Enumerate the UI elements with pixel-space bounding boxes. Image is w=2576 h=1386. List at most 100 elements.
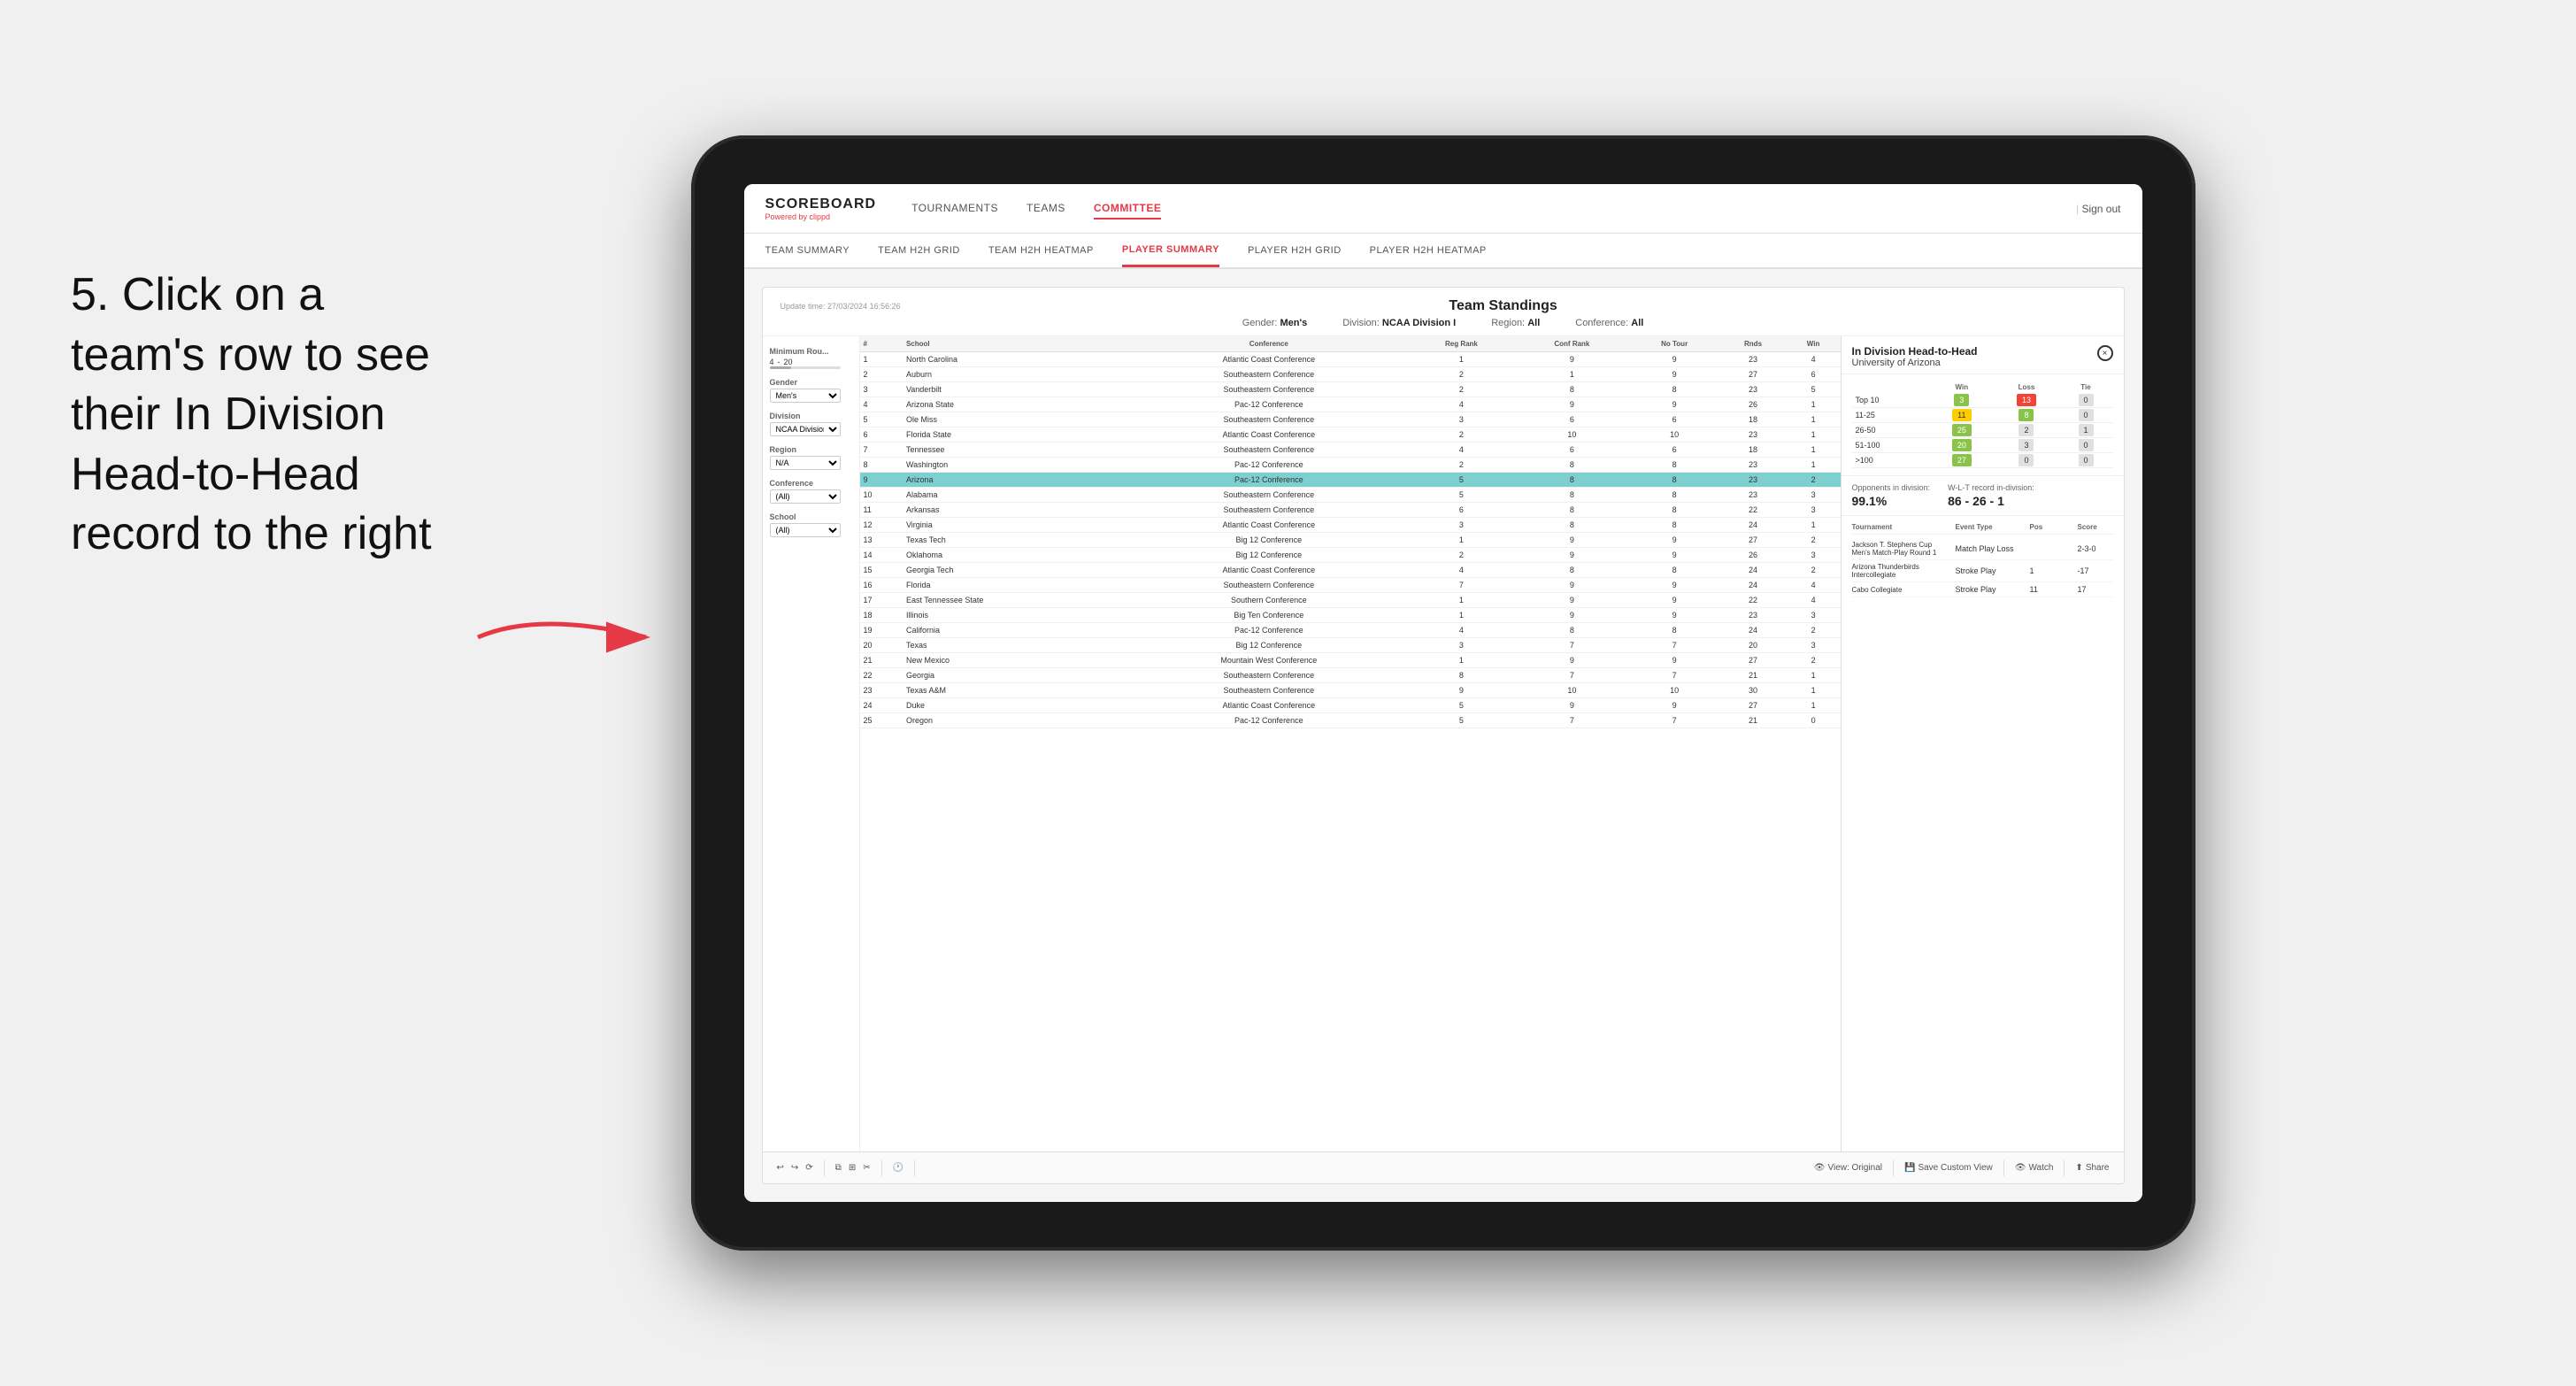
gender-select[interactable]: Men's	[770, 389, 841, 403]
wlt-value: 86 - 26 - 1	[1948, 494, 2034, 508]
table-row[interactable]: 1 North Carolina Atlantic Coast Conferen…	[860, 352, 1841, 367]
table-row[interactable]: 22 Georgia Southeastern Conference 8 7 7…	[860, 668, 1841, 683]
redo-button[interactable]: ↪	[791, 1163, 798, 1173]
main-content: Update time: 27/03/2024 16:56:26 Team St…	[744, 269, 2142, 1202]
copy-button[interactable]: ⧉	[835, 1163, 842, 1173]
h2h-close-button[interactable]: ×	[2097, 345, 2113, 361]
panel-filters: Gender: Men's Division: NCAA Division I …	[780, 318, 2106, 328]
min-rounds-slider[interactable]	[770, 366, 841, 369]
table-row[interactable]: 12 Virginia Atlantic Coast Conference 3 …	[860, 518, 1841, 533]
sub-nav-team-h2h-heatmap[interactable]: TEAM H2H HEATMAP	[988, 234, 1094, 267]
col-reg-rank: Reg Rank	[1408, 336, 1515, 352]
filter-region: Region: All	[1491, 318, 1540, 328]
division-select[interactable]: NCAA Division I	[770, 422, 841, 436]
watch-button[interactable]: 👁 Watch	[2015, 1163, 2054, 1173]
col-tie-header: Tie	[2059, 381, 2113, 393]
h2h-title: In Division Head-to-Head	[1852, 345, 1978, 358]
col-loss-header: Loss	[1994, 381, 2058, 393]
table-row[interactable]: 20 Texas Big 12 Conference 3 7 7 20 3	[860, 638, 1841, 653]
table-row[interactable]: 4 Arizona State Pac-12 Conference 4 9 9 …	[860, 397, 1841, 412]
arrow-annotation	[469, 602, 699, 673]
filter-group-conference: Conference (All)	[770, 479, 852, 504]
col-win: Win	[1787, 336, 1841, 352]
region-select[interactable]: N/A	[770, 456, 841, 470]
table-row[interactable]: 7 Tennessee Southeastern Conference 4 6 …	[860, 443, 1841, 458]
table-row[interactable]: 14 Oklahoma Big 12 Conference 2 9 9 26 3	[860, 548, 1841, 563]
table-row[interactable]: 24 Duke Atlantic Coast Conference 5 9 9 …	[860, 698, 1841, 713]
col-conference: Conference	[1130, 336, 1408, 352]
h2h-record-row: 51-100 20 3 0	[1852, 438, 2113, 453]
sub-nav-player-h2h-heatmap[interactable]: PLAYER H2H HEATMAP	[1370, 234, 1487, 267]
top-nav: SCOREBOARD Powered by clippd TOURNAMENTS…	[744, 184, 2142, 234]
filter-group-gender: Gender Men's	[770, 378, 852, 403]
sub-nav-player-summary[interactable]: PLAYER SUMMARY	[1122, 234, 1219, 267]
table-row[interactable]: 16 Florida Southeastern Conference 7 9 9…	[860, 578, 1841, 593]
panel-header-row: Update time: 27/03/2024 16:56:26 Team St…	[780, 298, 2106, 314]
h2h-record-table: Win Loss Tie Top 10 3 13 0 11-25 11	[1852, 381, 2113, 468]
sub-nav-team-h2h-grid[interactable]: TEAM H2H GRID	[878, 234, 960, 267]
table-row[interactable]: 5 Ole Miss Southeastern Conference 3 6 6…	[860, 412, 1841, 427]
nav-committee[interactable]: COMMITTEE	[1094, 198, 1162, 219]
conference-select[interactable]: (All)	[770, 489, 841, 504]
logo-title: SCOREBOARD	[765, 196, 877, 212]
table-row[interactable]: 2 Auburn Southeastern Conference 2 1 9 2…	[860, 367, 1841, 382]
filter-division: Division: NCAA Division I	[1342, 318, 1456, 328]
table-row[interactable]: 23 Texas A&M Southeastern Conference 9 1…	[860, 683, 1841, 698]
h2h-record-row: >100 27 0 0	[1852, 453, 2113, 468]
filter-group-school: School (All)	[770, 512, 852, 537]
update-time: Update time: 27/03/2024 16:56:26	[780, 302, 901, 311]
wlt-label: W-L-T record in-division:	[1948, 483, 2034, 492]
school-select[interactable]: (All)	[770, 523, 841, 537]
undo-redo-group: ↩ ↪ ⟳	[777, 1163, 813, 1173]
tournament-row: Jackson T. Stephens Cup Men's Match-Play…	[1852, 538, 2113, 560]
nav-tournaments[interactable]: TOURNAMENTS	[911, 198, 998, 219]
h2h-stats: Opponents in division: 99.1% W-L-T recor…	[1842, 476, 2124, 516]
paste-button[interactable]: ⊞	[849, 1163, 856, 1173]
save-custom-view-button[interactable]: 💾 Save Custom View	[1904, 1163, 1993, 1173]
filter-conference: Conference: All	[1575, 318, 1643, 328]
table-row[interactable]: 15 Georgia Tech Atlantic Coast Conferenc…	[860, 563, 1841, 578]
nav-items: TOURNAMENTS TEAMS COMMITTEE	[911, 198, 2076, 219]
table-row[interactable]: 13 Texas Tech Big 12 Conference 1 9 9 27…	[860, 533, 1841, 548]
table-row[interactable]: 17 East Tennessee State Southern Confere…	[860, 593, 1841, 608]
table-row[interactable]: 21 New Mexico Mountain West Conference 1…	[860, 653, 1841, 668]
table-area: # School Conference Reg Rank Conf Rank N…	[860, 336, 1841, 1151]
col-school: School	[903, 336, 1130, 352]
h2h-header: In Division Head-to-Head University of A…	[1842, 336, 2124, 374]
h2h-team: University of Arizona	[1852, 358, 1978, 368]
clock-button[interactable]: 🕐	[893, 1163, 904, 1173]
table-row[interactable]: 25 Oregon Pac-12 Conference 5 7 7 21 0	[860, 713, 1841, 728]
sub-nav-team-summary[interactable]: TEAM SUMMARY	[765, 234, 850, 267]
undo-button[interactable]: ↩	[777, 1163, 784, 1173]
view-original-button[interactable]: 👁 View: Original	[1814, 1163, 1882, 1173]
col-no-tour: No Tour	[1629, 336, 1719, 352]
col-rank: #	[860, 336, 903, 352]
h2h-tournaments: Tournament Event Type Pos Score Jackson …	[1842, 516, 2124, 1151]
table-row[interactable]: 8 Washington Pac-12 Conference 2 8 8 23 …	[860, 458, 1841, 473]
cut-button[interactable]: ✂	[863, 1163, 870, 1173]
share-button[interactable]: ⬆ Share	[2075, 1163, 2109, 1173]
tournament-header-row: Tournament Event Type Pos Score	[1852, 523, 2113, 535]
table-row[interactable]: 10 Alabama Southeastern Conference 5 8 8…	[860, 488, 1841, 503]
sub-nav-player-h2h-grid[interactable]: PLAYER H2H GRID	[1248, 234, 1342, 267]
tablet-screen: SCOREBOARD Powered by clippd TOURNAMENTS…	[744, 184, 2142, 1202]
table-row[interactable]: 9 Arizona Pac-12 Conference 5 8 8 23 2	[860, 473, 1841, 488]
table-row[interactable]: 18 Illinois Big Ten Conference 1 9 9 23 …	[860, 608, 1841, 623]
tournament-row: Arizona Thunderbirds Intercollegiate Str…	[1852, 560, 2113, 582]
filter-group-min-rounds: Minimum Rou... 4 - 20	[770, 347, 852, 369]
h2h-record-row: Top 10 3 13 0	[1852, 393, 2113, 408]
forward-button[interactable]: ⟳	[805, 1163, 812, 1173]
filter-gender: Gender: Men's	[1242, 318, 1308, 328]
h2h-record-area: Win Loss Tie Top 10 3 13 0 11-25 11	[1842, 374, 2124, 476]
col-win-header: Win	[1929, 381, 1994, 393]
filter-group-division: Division NCAA Division I	[770, 412, 852, 436]
table-row[interactable]: 11 Arkansas Southeastern Conference 6 8 …	[860, 503, 1841, 518]
scoreboard-content: Update time: 27/03/2024 16:56:26 Team St…	[744, 269, 2142, 1202]
table-row[interactable]: 3 Vanderbilt Southeastern Conference 2 8…	[860, 382, 1841, 397]
table-row[interactable]: 6 Florida State Atlantic Coast Conferenc…	[860, 427, 1841, 443]
white-panel: Update time: 27/03/2024 16:56:26 Team St…	[762, 287, 2125, 1184]
sign-out-button[interactable]: | Sign out	[2076, 203, 2121, 215]
table-row[interactable]: 19 California Pac-12 Conference 4 8 8 24…	[860, 623, 1841, 638]
nav-teams[interactable]: TEAMS	[1027, 198, 1065, 219]
tournament-row: Cabo Collegiate Stroke Play 11 17	[1852, 582, 2113, 597]
